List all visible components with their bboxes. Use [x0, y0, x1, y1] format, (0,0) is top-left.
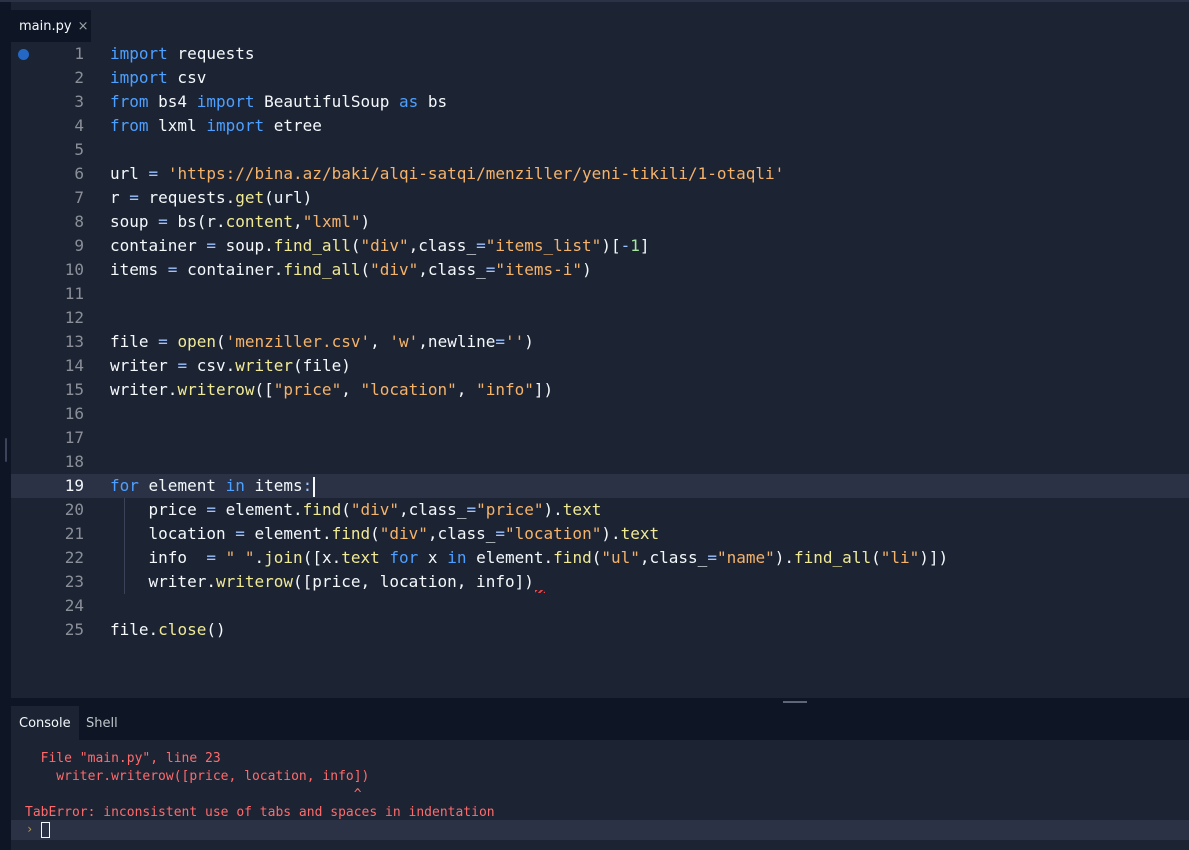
- tab-label: main.py: [19, 18, 72, 34]
- line-number: 16: [64, 404, 84, 423]
- console-input-row[interactable]: ›: [11, 820, 1189, 840]
- line-number: 5: [74, 140, 84, 159]
- line-number: 24: [64, 596, 84, 615]
- window-top-border: [0, 0, 1189, 2]
- line-number: 17: [64, 428, 84, 447]
- editor-tab-bar: main.py ×: [11, 10, 1189, 42]
- code-text: r = requests.get(url): [110, 188, 313, 207]
- code-line: 21 location = element.find("div",class_=…: [11, 522, 1189, 546]
- line-number: 14: [64, 356, 84, 375]
- code-line: 17: [11, 426, 1189, 450]
- error-squiggle: [535, 590, 545, 593]
- code-line: 2 import csv: [11, 66, 1189, 90]
- code-text: import requests: [110, 44, 255, 63]
- code-line: 22 info = " ".join([x.text for x in elem…: [11, 546, 1189, 570]
- code-line: 9 container = soup.find_all("div",class_…: [11, 234, 1189, 258]
- line-number: 21: [64, 524, 84, 543]
- line-number: 10: [64, 260, 84, 279]
- code-line: 5: [11, 138, 1189, 162]
- code-text: from lxml import etree: [110, 116, 322, 135]
- line-number: 15: [64, 380, 84, 399]
- line-number: 13: [64, 332, 84, 351]
- input-cursor: [41, 822, 50, 838]
- close-icon[interactable]: ×: [78, 19, 89, 34]
- code-line: 8 soup = bs(r.content,"lxml"): [11, 210, 1189, 234]
- code-text: import csv: [110, 68, 207, 87]
- line-number: 18: [64, 452, 84, 471]
- pane-splitter[interactable]: [11, 698, 1189, 706]
- text-cursor: [313, 476, 316, 497]
- left-sidebar-strip: [0, 2, 11, 850]
- code-line: 10 items = container.find_all("div",clas…: [11, 258, 1189, 282]
- code-line: 20 price = element.find("div",class_="pr…: [11, 498, 1189, 522]
- line-number: 8: [74, 212, 84, 231]
- code-line: 7 r = requests.get(url): [11, 186, 1189, 210]
- console-line: writer.writerow([price, location, info]): [25, 769, 370, 784]
- line-number: 25: [64, 620, 84, 639]
- code-line: 12: [11, 306, 1189, 330]
- line-number: 11: [64, 284, 84, 303]
- code-text: container = soup.find_all("div",class_="…: [110, 236, 650, 255]
- code-text: file = open('menziller.csv', 'w',newline…: [110, 332, 534, 351]
- sidebar-resize-handle[interactable]: [5, 438, 7, 462]
- code-line: 1 import requests: [11, 42, 1189, 66]
- code-text: file.close(): [110, 620, 226, 639]
- console-tab-bar: Console Shell: [11, 706, 1189, 740]
- code-line: 15 writer.writerow(["price", "location",…: [11, 378, 1189, 402]
- code-line: 11: [11, 282, 1189, 306]
- line-number: 1: [74, 44, 84, 63]
- console-line: File "main.py", line 23: [25, 751, 221, 766]
- prompt-chevron-icon: ›: [26, 822, 34, 836]
- code-text: info = " ".join([x.text for x in element…: [110, 548, 949, 567]
- line-number: 2: [74, 68, 84, 87]
- code-line: 14 writer = csv.writer(file): [11, 354, 1189, 378]
- code-text: soup = bs(r.content,"lxml"): [110, 212, 371, 231]
- code-text: from bs4 import BeautifulSoup as bs: [110, 92, 448, 111]
- tab-console[interactable]: Console: [11, 706, 79, 740]
- line-number: 4: [74, 116, 84, 135]
- code-text: url = 'https://bina.az/baki/alqi-satqi/m…: [110, 164, 785, 183]
- code-text: writer = csv.writer(file): [110, 356, 351, 375]
- code-line: 16: [11, 402, 1189, 426]
- code-line: 23 writer.writerow([price, location, inf…: [11, 570, 1189, 594]
- line-number: 6: [74, 164, 84, 183]
- tab-main-py[interactable]: main.py ×: [11, 10, 91, 42]
- code-text: items = container.find_all("div",class_=…: [110, 260, 592, 279]
- line-number: 7: [74, 188, 84, 207]
- line-number: 3: [74, 92, 84, 111]
- code-text: price = element.find("div",class_="price…: [110, 500, 602, 519]
- code-line: 6 url = 'https://bina.az/baki/alqi-satqi…: [11, 162, 1189, 186]
- tab-shell[interactable]: Shell: [78, 706, 126, 740]
- console-line: ^: [25, 787, 362, 802]
- code-text: location = element.find("div",class_="lo…: [110, 524, 660, 543]
- line-number: 12: [64, 308, 84, 327]
- code-text: writer.writerow([price, location, info]): [110, 572, 534, 591]
- line-number: 19: [64, 476, 84, 495]
- code-line: 25 file.close(): [11, 618, 1189, 642]
- code-line-active: 19 for element in items:: [11, 474, 1189, 498]
- line-number: 22: [64, 548, 84, 567]
- code-line: 18: [11, 450, 1189, 474]
- splitter-handle[interactable]: [783, 701, 807, 703]
- line-number: 23: [64, 572, 84, 591]
- line-number: 9: [74, 236, 84, 255]
- code-line: 24: [11, 594, 1189, 618]
- line-number: 20: [64, 500, 84, 519]
- code-editor[interactable]: 1 import requests 2 import csv 3 from bs…: [11, 42, 1189, 698]
- code-line: 3 from bs4 import BeautifulSoup as bs: [11, 90, 1189, 114]
- code-text: writer.writerow(["price", "location", "i…: [110, 380, 554, 399]
- code-line: 4 from lxml import etree: [11, 114, 1189, 138]
- code-line: 13 file = open('menziller.csv', 'w',newl…: [11, 330, 1189, 354]
- code-text: for element in items:: [110, 474, 316, 498]
